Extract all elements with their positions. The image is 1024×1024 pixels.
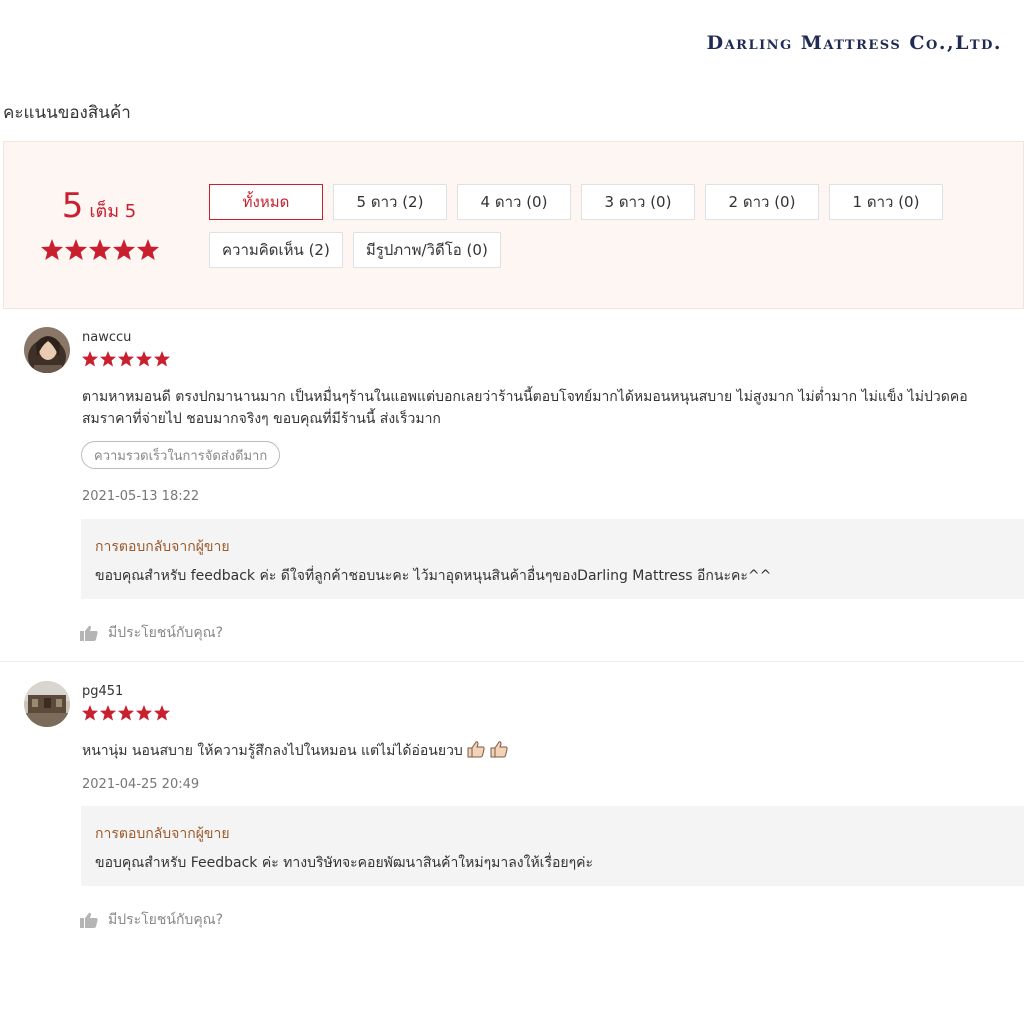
seller-reply: การตอบกลับจากผู้ขาย ขอบคุณสำหรับ feedbac… bbox=[81, 519, 1024, 599]
review-stars bbox=[82, 351, 170, 367]
review-tag: ความรวดเร็วในการจัดส่งดีมาก bbox=[81, 441, 281, 469]
star-icon bbox=[137, 239, 159, 260]
review-comment: หนานุ่ม นอนสบาย ให้ความรู้สึกลงไปในหมอน … bbox=[82, 740, 508, 762]
score-suffix: เต็ม 5 bbox=[89, 201, 137, 222]
avatar[interactable] bbox=[24, 681, 70, 727]
rating-overview-panel: 5 เต็ม 5 ทั้งหมด 5 ดาว (2) 4 ดาว (0) 3 ดา… bbox=[3, 141, 1024, 309]
content-filter-row: ความคิดเห็น (2) มีรูปภาพ/วิดีโอ (0) bbox=[209, 232, 501, 268]
brand-logo: Darling Mattress Co.,Ltd. bbox=[706, 32, 1002, 54]
review-username[interactable]: nawccu bbox=[82, 330, 131, 345]
seller-reply-title: การตอบกลับจากผู้ขาย bbox=[95, 539, 230, 555]
review-item: pg451 หนานุ่ม นอนสบาย ให้ความรู้สึกลงไปใ… bbox=[0, 664, 1024, 964]
star-icon bbox=[41, 239, 63, 260]
filter-5-stars[interactable]: 5 ดาว (2) bbox=[333, 184, 447, 220]
review-stars bbox=[82, 705, 170, 721]
star-icon bbox=[136, 351, 152, 367]
thumbs-up-emoji-icon bbox=[467, 741, 485, 758]
star-icon bbox=[65, 239, 87, 260]
filter-2-stars[interactable]: 2 ดาว (0) bbox=[705, 184, 819, 220]
seller-reply-text: ขอบคุณสำหรับ feedback ค่ะ ดีใจที่ลูกค้าช… bbox=[95, 568, 772, 584]
thumbs-up-emoji-icon bbox=[490, 741, 508, 758]
overall-score: 5 เต็ม 5 bbox=[4, 186, 194, 226]
filter-all[interactable]: ทั้งหมด bbox=[209, 184, 323, 220]
filter-3-stars[interactable]: 3 ดาว (0) bbox=[581, 184, 695, 220]
star-icon bbox=[154, 351, 170, 367]
star-filter-row: ทั้งหมด 5 ดาว (2) 4 ดาว (0) 3 ดาว (0) 2 … bbox=[209, 184, 943, 220]
review-comment: ตามหาหมอนดี ตรงปกมานานมาก เป็นหมื่นๆร้าน… bbox=[82, 386, 968, 430]
helpful-label: มีประโยชน์กับคุณ? bbox=[108, 625, 224, 641]
thumbs-up-icon bbox=[80, 912, 98, 928]
seller-reply-text: ขอบคุณสำหรับ Feedback ค่ะ ทางบริษัทจะคอย… bbox=[95, 855, 594, 871]
star-icon bbox=[136, 705, 152, 721]
section-title: คะแนนของสินค้า bbox=[3, 103, 131, 123]
filter-with-comments[interactable]: ความคิดเห็น (2) bbox=[209, 232, 343, 268]
helpful-button[interactable]: มีประโยชน์กับคุณ? bbox=[80, 909, 223, 931]
review-date: 2021-04-25 20:49 bbox=[82, 777, 200, 792]
star-icon bbox=[100, 705, 116, 721]
filter-4-stars[interactable]: 4 ดาว (0) bbox=[457, 184, 571, 220]
review-comment-line: ตามหาหมอนดี ตรงปกมานานมาก เป็นหมื่นๆร้าน… bbox=[82, 389, 968, 405]
star-icon bbox=[100, 351, 116, 367]
seller-reply: การตอบกลับจากผู้ขาย ขอบคุณสำหรับ Feedbac… bbox=[81, 806, 1024, 886]
review-comment-line: หนานุ่ม นอนสบาย ให้ความรู้สึกลงไปในหมอน … bbox=[82, 743, 463, 759]
review-username[interactable]: pg451 bbox=[82, 684, 123, 699]
star-icon bbox=[113, 239, 135, 260]
review-item: nawccu ตามหาหมอนดี ตรงปกมานานมาก เป็นหมื… bbox=[0, 310, 1024, 662]
avatar[interactable] bbox=[24, 327, 70, 373]
seller-reply-title: การตอบกลับจากผู้ขาย bbox=[95, 826, 230, 842]
thumbs-up-icon bbox=[80, 625, 98, 641]
star-icon bbox=[82, 351, 98, 367]
star-icon bbox=[118, 705, 134, 721]
overall-stars bbox=[41, 239, 159, 260]
helpful-button[interactable]: มีประโยชน์กับคุณ? bbox=[80, 622, 223, 644]
review-date: 2021-05-13 18:22 bbox=[82, 489, 200, 504]
filter-with-media[interactable]: มีรูปภาพ/วิดีโอ (0) bbox=[352, 232, 501, 268]
score-value: 5 bbox=[61, 186, 84, 226]
review-comment-line: สมราคาที่จ่ายไป ชอบมากจริงๆ ขอบคุณที่มีร… bbox=[82, 411, 441, 427]
star-icon bbox=[154, 705, 170, 721]
filter-1-star[interactable]: 1 ดาว (0) bbox=[829, 184, 943, 220]
star-icon bbox=[89, 239, 111, 260]
star-icon bbox=[82, 705, 98, 721]
helpful-label: มีประโยชน์กับคุณ? bbox=[108, 912, 224, 928]
star-icon bbox=[118, 351, 134, 367]
